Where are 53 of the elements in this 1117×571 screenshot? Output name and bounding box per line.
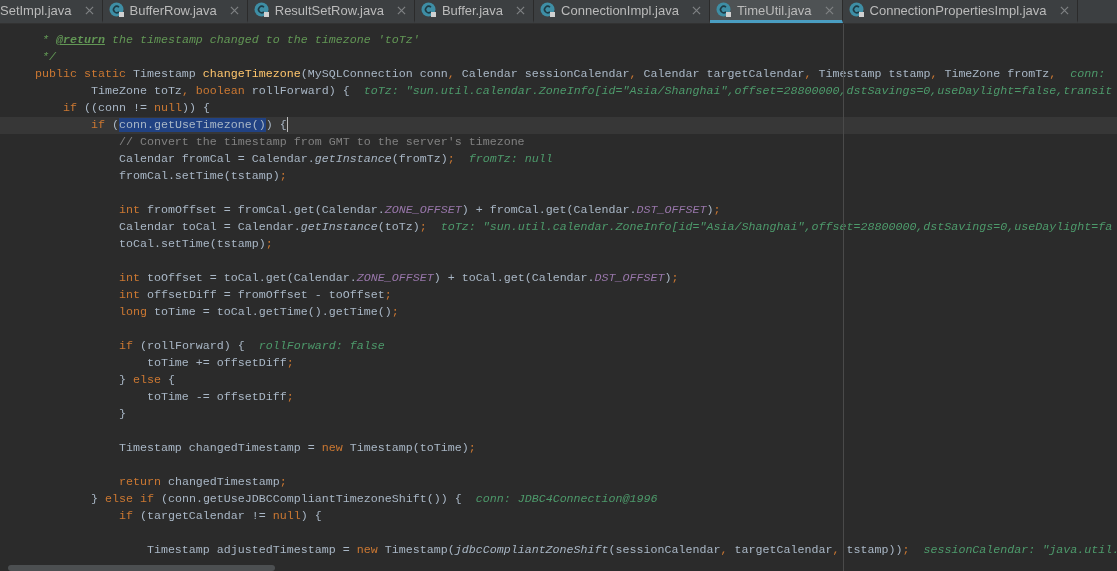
close-icon[interactable] (396, 5, 406, 15)
editor-tab[interactable]: Buffer.java (414, 0, 535, 23)
inlay-hint: conn: (1070, 66, 1106, 83)
code-line: */ (40, 49, 56, 66)
class-icon (420, 2, 437, 18)
code-line: toTime -= offsetDiff; (145, 389, 294, 406)
code-line: TimeZone toTz, boolean rollForward) { (89, 83, 350, 100)
inlay-hint: conn: JDBC4Connection@1996 (475, 491, 658, 508)
code-line: int fromOffset = fromCal.get(Calendar.ZONE_OFFSET) + fromCal.get(Calendar.DST_OFFSET); (117, 202, 721, 219)
inlay-hint: rollForward: false (258, 338, 385, 355)
inlay-hint: sessionCalendar: "java.util. (923, 542, 1117, 559)
inlay-hint: fromTz: null (468, 151, 553, 168)
editor-tab[interactable]: TimeUtil.java (709, 0, 843, 23)
code-line: if ((conn != null)) { (61, 100, 210, 117)
code-line: toTime += offsetDiff; (145, 355, 294, 372)
code-line: toCal.setTime(tstamp); (117, 236, 273, 253)
close-icon[interactable] (691, 5, 701, 15)
code-line: } (117, 406, 126, 423)
code-line: if (rollForward) { (117, 338, 245, 355)
scrollbar-thumb[interactable] (8, 565, 275, 571)
editor-tab[interactable]: ConnectionImpl.java (534, 0, 710, 23)
inlay-hint: toTz: "sun.util.calendar.ZoneInfo[id="Asia/Shanghai",offset=28800000,dstSavings=0,useDaylight=fa (440, 219, 1113, 236)
code-line: public static Timestamp changeTimezone(MySQLConnection conn, Calendar sessionCalendar, Calendar targetCalendar, Timestamp tstamp, TimeZone fromTz, (33, 66, 1057, 83)
code-line: } else if (conn.getUseJDBCCompliantTimezoneShift()) { (89, 491, 462, 508)
close-icon[interactable] (1059, 5, 1069, 15)
class-icon (715, 2, 732, 18)
code-line: Calendar fromCal = Calendar.getInstance(fromTz); (117, 151, 455, 168)
class-icon (540, 2, 557, 18)
code-line: int toOffset = toCal.get(Calendar.ZONE_OFFSET) + toCal.get(Calendar.DST_OFFSET); (117, 270, 679, 287)
code-line: long toTime = toCal.getTime().getTime(); (117, 304, 399, 321)
code-line: return changedTimestamp; (117, 474, 287, 491)
close-icon[interactable] (824, 5, 834, 15)
editor-tab[interactable]: ConnectionPropertiesImpl.java (842, 0, 1078, 23)
code-line: Timestamp adjustedTimestamp = new Timestamp(jdbcCompliantZoneShift(sessionCalendar, targetCalendar, tstamp)); (145, 542, 910, 559)
class-icon (253, 2, 270, 18)
code-line: int offsetDiff = fromOffset - toOffset; (117, 287, 392, 304)
class-icon (108, 2, 125, 18)
code-line: fromCal.setTime(tstamp); (117, 168, 287, 185)
inlay-hint: toTz: "sun.util.calendar.ZoneInfo[id="Asia/Shanghai",offset=28800000,dstSavings=0,useDaylight=false,transit (363, 83, 1113, 100)
close-icon[interactable] (84, 5, 94, 15)
code-line: Timestamp changedTimestamp = new Timestamp(toTime); (117, 440, 476, 457)
editor-tab[interactable]: BufferRow.java (102, 0, 248, 23)
code-line: Calendar toCal = Calendar.getInstance(toTz); (117, 219, 427, 236)
class-icon (848, 2, 865, 18)
close-icon[interactable] (229, 5, 239, 15)
code-line: } else { (117, 372, 175, 389)
code-line: * @return the timestamp changed to the timezone 'toTz' (40, 32, 420, 49)
code-line: // Convert the timestamp from GMT to the server's timezone (117, 134, 525, 151)
code-line: if (targetCalendar != null) { (117, 508, 322, 525)
editor-tab[interactable]: SetImpl.java (0, 0, 103, 23)
close-icon[interactable] (516, 5, 526, 15)
code-line: if (conn.getUseTimezone()) { (89, 117, 288, 134)
editor-tab[interactable]: ResultSetRow.java (247, 0, 415, 23)
